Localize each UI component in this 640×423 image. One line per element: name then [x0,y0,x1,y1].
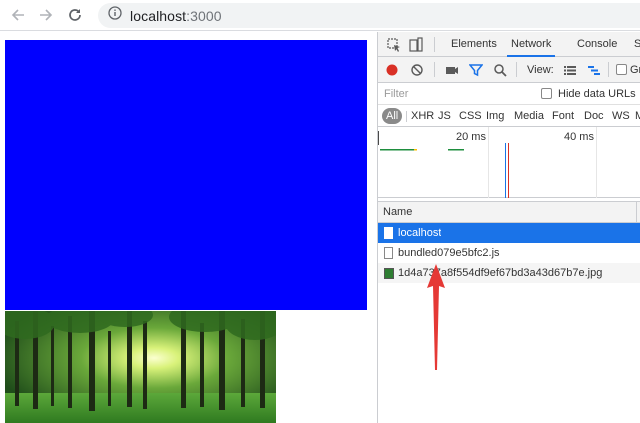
request-name: bundled079e5bfc2.js [398,247,500,259]
type-filter-ws[interactable]: WS [612,108,630,124]
type-filter-doc[interactable]: Doc [584,108,604,124]
forward-arrow-icon[interactable] [36,5,56,25]
type-filter-css[interactable]: CSS [459,108,482,124]
devtools-tab-bar: Elements Network Console S [378,32,640,57]
group-by-frame-label: Gr [630,64,640,76]
inspect-element-icon[interactable] [386,37,402,53]
type-filter-js[interactable]: JS [438,108,451,124]
resource-type-filters: All XHR JS CSS Img Media Font Doc WS M [378,105,640,127]
group-by-frame-checkbox[interactable] [616,64,627,75]
request-row-bundle-js[interactable]: bundled079e5bfc2.js [378,243,640,263]
filter-row: Filter Hide data URLs [378,83,640,105]
type-filter-font[interactable]: Font [552,108,574,124]
toolbar-divider [434,37,435,52]
address-bar[interactable]: localhost:3000 [98,3,640,28]
toolbar-divider [516,62,517,77]
request-name: localhost [398,227,442,239]
timeline-bars [378,131,509,198]
annotation-arrow-icon [427,264,445,370]
url-text[interactable]: localhost:3000 [130,8,222,24]
requests-table-header[interactable]: Name [378,201,640,224]
toolbar-divider [608,62,609,77]
type-filter-media[interactable]: Media [514,108,544,124]
tab-elements[interactable]: Elements [451,32,497,57]
screenshot-camera-icon[interactable] [444,62,460,78]
tab-network[interactable]: Network [507,32,556,57]
back-arrow-icon[interactable] [8,5,28,25]
blue-box [5,40,367,310]
forest-image [5,311,276,423]
network-overview-timeline[interactable]: 20 ms 40 ms [378,127,640,198]
type-filter-manifest[interactable]: M [635,108,640,124]
name-column-header[interactable]: Name [383,202,412,223]
view-label: View: [527,64,554,76]
type-divider [406,111,407,122]
large-rows-icon[interactable] [562,62,578,78]
page-viewport [0,32,377,423]
type-filter-all[interactable]: All [382,108,403,124]
image-file-icon [384,267,394,279]
url-host: localhost [130,7,187,24]
waterfall-icon[interactable] [586,62,602,78]
browser-toolbar: localhost:3000 [0,0,640,31]
filter-funnel-icon[interactable] [468,62,484,78]
filter-input[interactable]: Filter [382,86,530,102]
device-toolbar-icon[interactable] [408,37,424,53]
tab-console[interactable]: Console [577,32,617,57]
tab-sources[interactable]: S [634,32,640,57]
search-icon[interactable] [492,62,508,78]
type-filter-xhr[interactable]: XHR [411,108,434,124]
type-filter-img[interactable]: Img [486,108,504,124]
clear-icon[interactable] [409,62,425,78]
script-file-icon [384,247,393,259]
hide-data-urls-checkbox[interactable] [541,88,552,99]
url-port: :3000 [186,7,222,24]
record-icon[interactable] [384,62,400,78]
network-toolbar: View: Gr [378,57,640,83]
toolbar-divider [434,62,435,77]
document-file-icon [384,227,393,239]
column-divider[interactable] [636,202,637,224]
hide-data-urls-label: Hide data URLs [558,88,636,100]
reload-icon[interactable] [65,5,85,25]
info-icon[interactable] [108,6,122,25]
request-row-localhost[interactable]: localhost [378,223,640,243]
